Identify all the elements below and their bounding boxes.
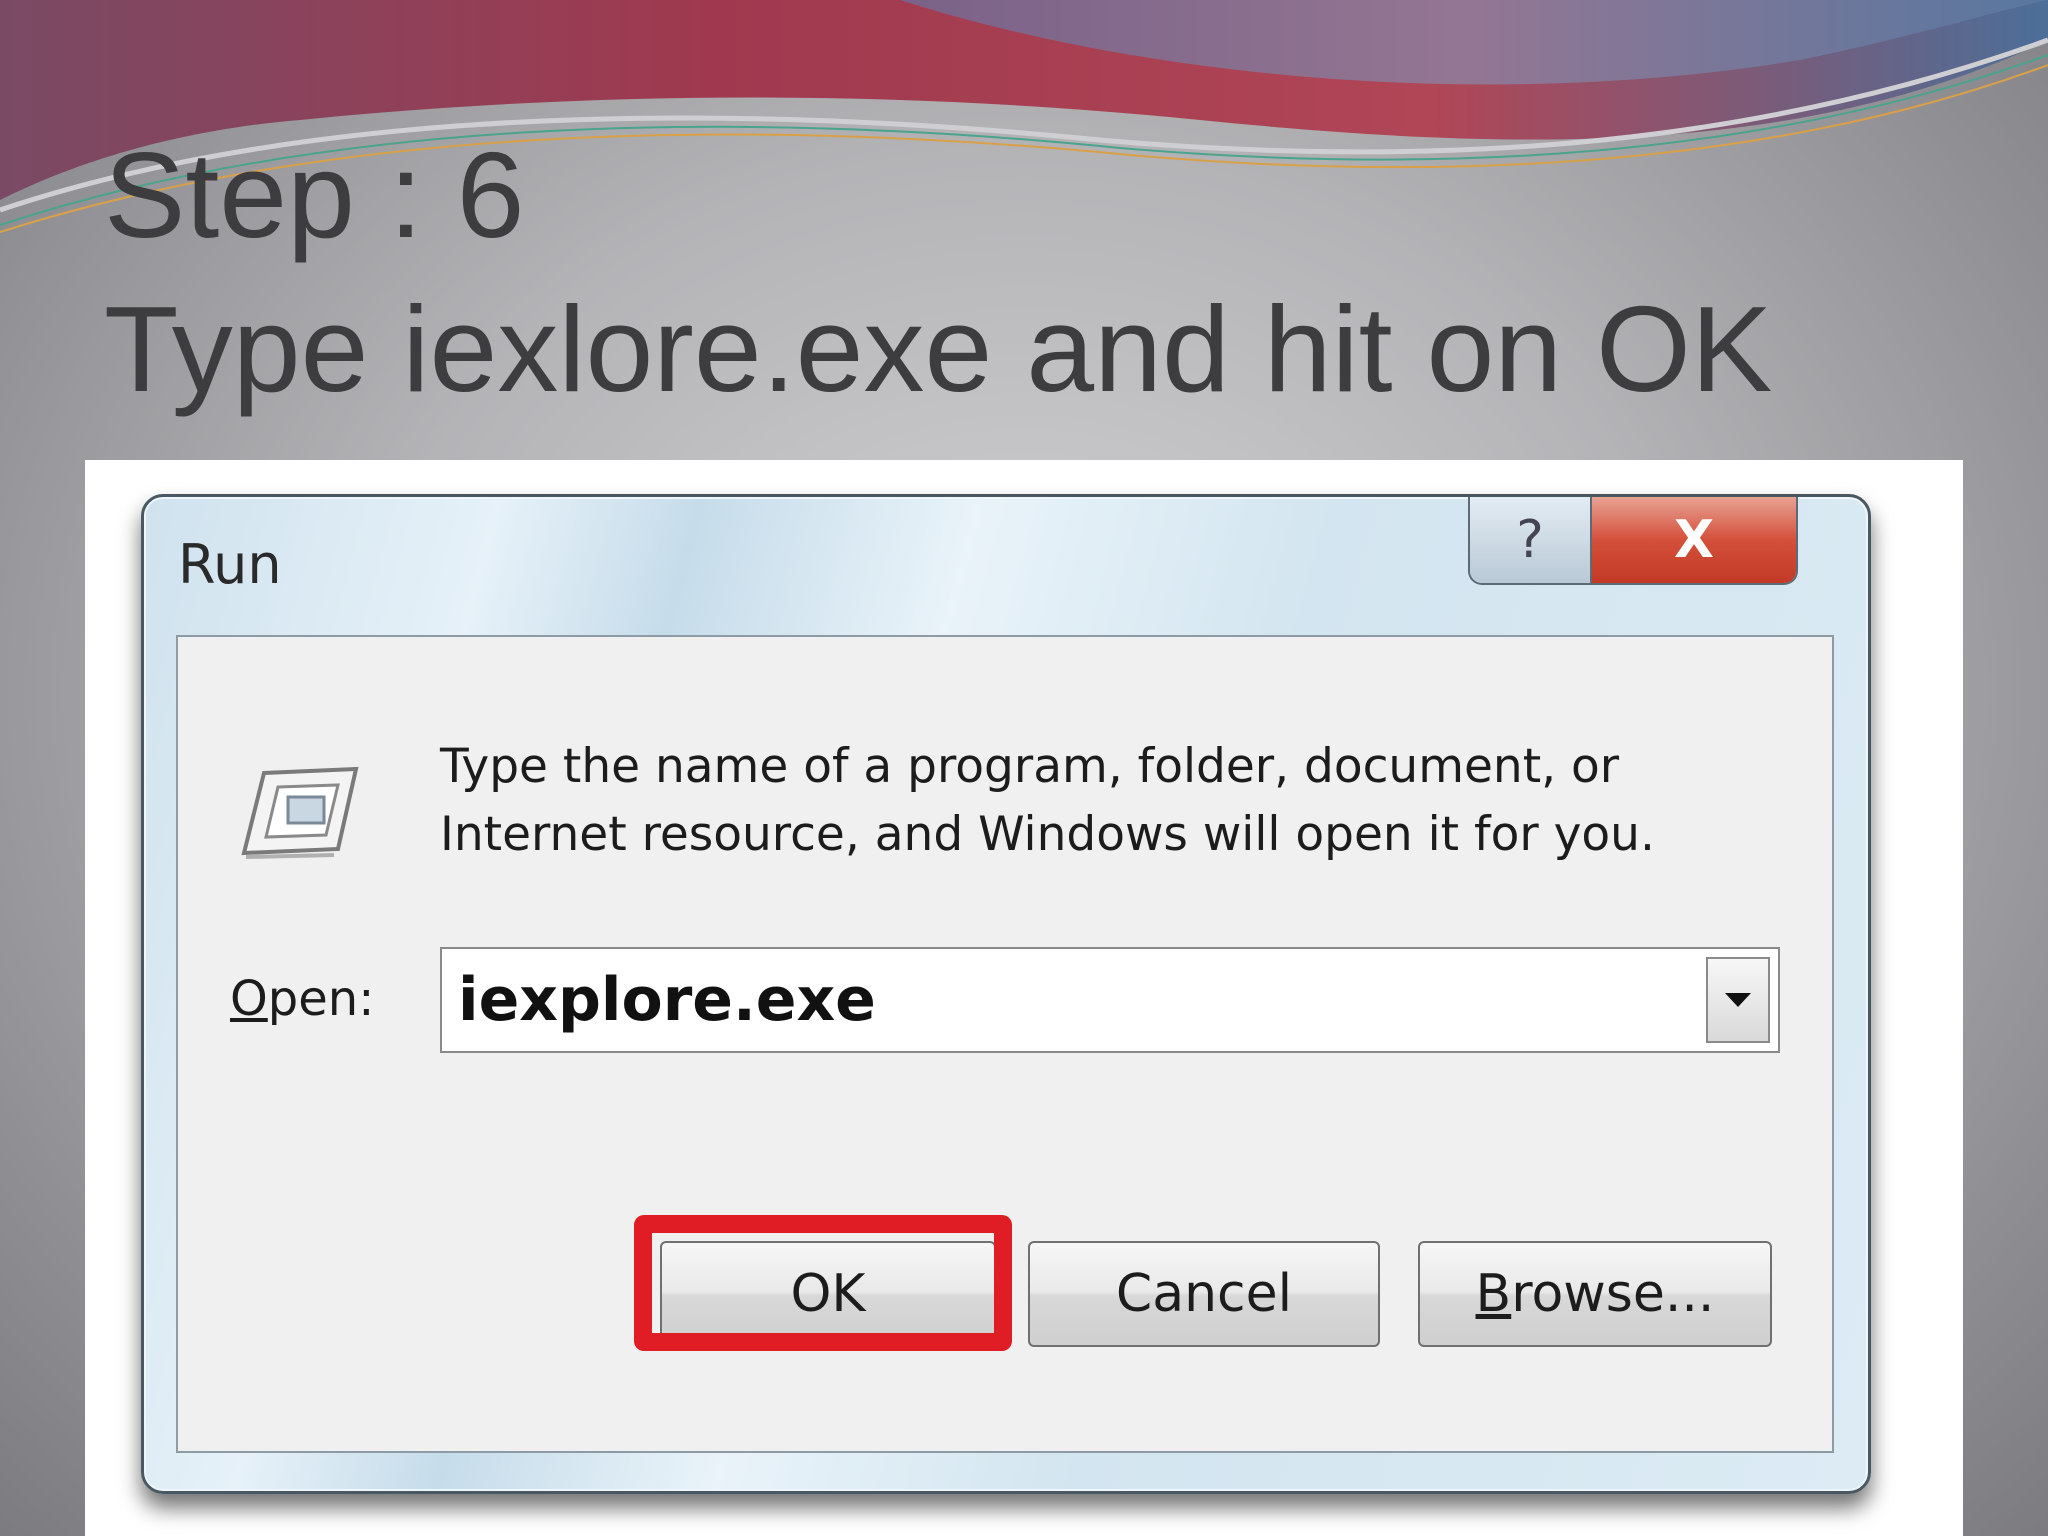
caption-buttons: ? X bbox=[1468, 497, 1798, 585]
cancel-button[interactable]: Cancel bbox=[1028, 1241, 1380, 1347]
run-dialog: Run ? X Type the name of a program, fold… bbox=[141, 494, 1871, 1494]
open-dropdown-button[interactable] bbox=[1706, 957, 1770, 1043]
open-input[interactable] bbox=[458, 949, 1678, 1051]
open-combobox[interactable] bbox=[440, 947, 1780, 1053]
browse-label-mnemonic: B bbox=[1475, 1264, 1512, 1324]
dialog-client-area: Type the name of a program, folder, docu… bbox=[176, 635, 1834, 1453]
chevron-down-icon bbox=[1725, 993, 1751, 1007]
close-button[interactable]: X bbox=[1592, 497, 1796, 583]
instructions-text: Type the name of a program, folder, docu… bbox=[440, 733, 1655, 869]
instructions-line-1: Type the name of a program, folder, docu… bbox=[440, 739, 1620, 794]
window-title: Run bbox=[178, 533, 282, 596]
browse-label-rest: rowse... bbox=[1511, 1264, 1715, 1324]
browse-button[interactable]: Browse... bbox=[1418, 1241, 1772, 1347]
help-button[interactable]: ? bbox=[1470, 497, 1592, 583]
run-program-icon bbox=[241, 766, 359, 859]
slide-title: Step : 6 Type iexlore.exe and hit on OK bbox=[104, 118, 1772, 426]
open-label-mnemonic: O bbox=[230, 971, 268, 1027]
open-label-rest: pen: bbox=[267, 971, 375, 1027]
slide-title-instruction: Type iexlore.exe and hit on OK bbox=[104, 281, 1773, 417]
slide-title-step: Step : 6 bbox=[104, 127, 525, 263]
open-label: Open: bbox=[230, 971, 374, 1027]
screenshot-panel: Run ? X Type the name of a program, fold… bbox=[85, 460, 1963, 1536]
instructions-line-2: Internet resource, and Windows will open… bbox=[440, 807, 1655, 862]
ok-highlight-box bbox=[634, 1215, 1012, 1351]
